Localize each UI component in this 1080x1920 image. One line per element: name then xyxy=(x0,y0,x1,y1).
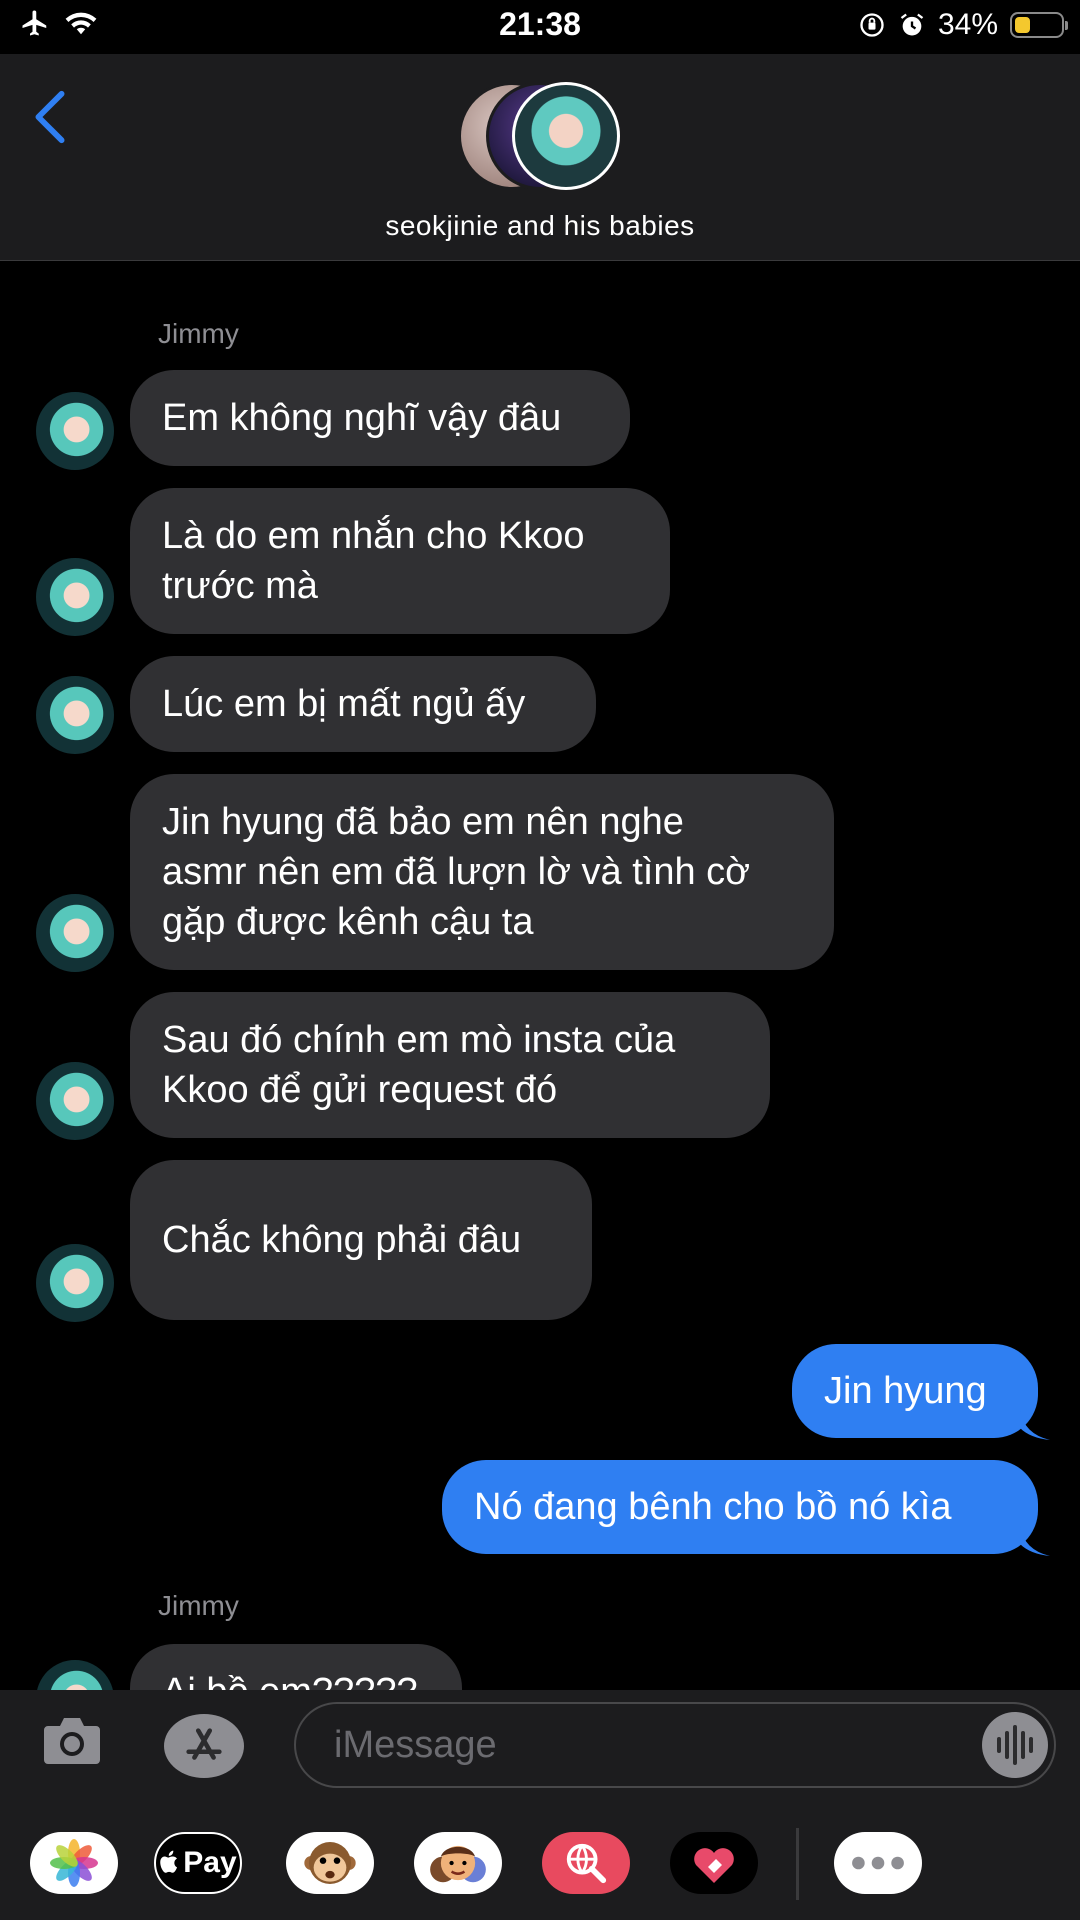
bubble-tail xyxy=(1020,1526,1050,1556)
group-name[interactable]: seokjinie and his babies xyxy=(0,210,1080,242)
message-bubble[interactable]: Là do em nhắn cho Kkoo trước mà xyxy=(130,488,670,634)
compose-bar: iMessage xyxy=(0,1690,1080,1800)
status-bar: 21:38 34% xyxy=(0,0,1080,54)
conversation-header: seokjinie and his babies xyxy=(0,54,1080,261)
back-chevron-icon[interactable] xyxy=(30,88,70,146)
message-input-placeholder: iMessage xyxy=(334,1724,497,1766)
battery-icon xyxy=(1010,12,1068,38)
message-bubble[interactable]: Jin hyung đã bảo em nên nghe asmr nên em… xyxy=(130,774,834,970)
apple-pay-button[interactable]: Pay xyxy=(154,1832,242,1894)
avatar xyxy=(36,894,114,972)
app-store-button[interactable] xyxy=(164,1714,244,1778)
sent-message-bubble[interactable]: Jin hyung xyxy=(792,1344,1038,1438)
digital-touch-icon[interactable] xyxy=(670,1832,758,1894)
memoji-icon[interactable] xyxy=(414,1832,502,1894)
avatar xyxy=(36,1062,114,1140)
avatar xyxy=(36,392,114,470)
avatar xyxy=(512,82,620,190)
animoji-monkey-icon[interactable] xyxy=(286,1832,374,1894)
apple-pay-label: Pay xyxy=(183,1846,237,1879)
ellipsis-icon xyxy=(852,1856,904,1870)
message-bubble[interactable]: Chắc không phải đâu xyxy=(130,1160,592,1320)
message-bubble[interactable]: Em không nghĩ vậy đâu xyxy=(130,370,630,466)
alarm-icon xyxy=(900,13,924,36)
more-apps-button[interactable] xyxy=(834,1832,922,1894)
apple-logo-icon xyxy=(160,1850,178,1873)
photos-app-icon[interactable] xyxy=(30,1832,118,1894)
web-search-icon[interactable] xyxy=(542,1832,630,1894)
monkey-icon xyxy=(304,1842,356,1884)
drawer-divider xyxy=(796,1828,799,1900)
audio-record-button[interactable] xyxy=(982,1712,1048,1778)
photos-icon xyxy=(50,1839,98,1887)
app-store-icon xyxy=(186,1728,222,1760)
message-bubble[interactable]: Sau đó chính em mò insta của Kkoo để gửi… xyxy=(130,992,770,1138)
message-bubble[interactable]: Lúc em bị mất ngủ ấy xyxy=(130,656,596,752)
orientation-lock-icon xyxy=(860,13,884,37)
bubble-tail xyxy=(1020,1410,1050,1440)
avatar xyxy=(36,1244,114,1322)
battery-percent: 34% xyxy=(937,8,998,41)
sender-name: Jimmy xyxy=(158,318,239,349)
globe-search-icon xyxy=(566,1843,607,1884)
heart-touch-icon xyxy=(694,1848,734,1883)
sender-name: Jimmy xyxy=(158,1590,239,1621)
avatar xyxy=(36,558,114,636)
app-drawer: Pay xyxy=(0,1800,1080,1920)
memoji-faces-icon xyxy=(430,1845,486,1883)
avatar xyxy=(36,676,114,754)
message-input[interactable]: iMessage xyxy=(294,1702,1056,1788)
sent-message-bubble[interactable]: Nó đang bênh cho bồ nó kìa xyxy=(442,1460,1038,1554)
camera-icon[interactable] xyxy=(40,1716,104,1768)
group-avatars[interactable] xyxy=(458,82,628,194)
